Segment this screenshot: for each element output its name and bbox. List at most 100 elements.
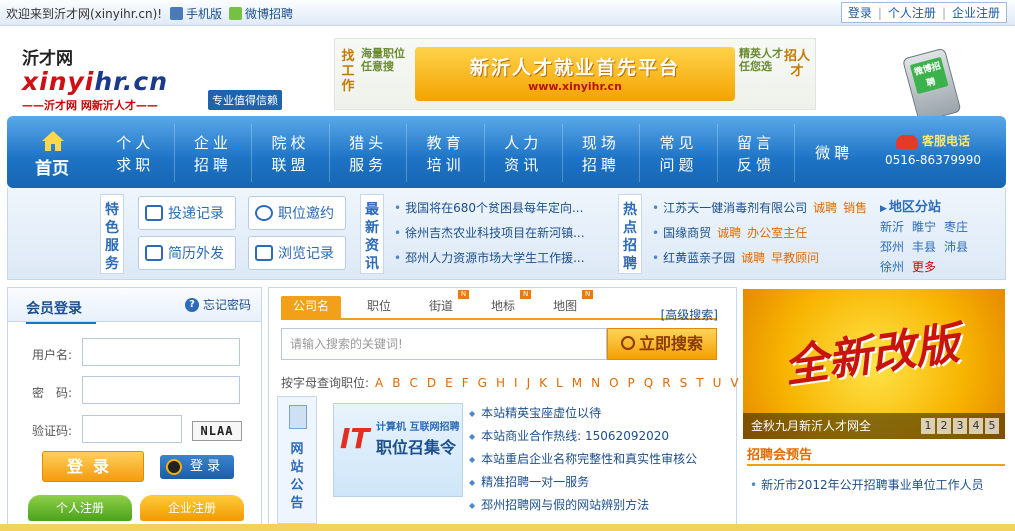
region-link[interactable]: 丰县 [912, 238, 944, 255]
promo-page[interactable]: 2 [937, 418, 951, 434]
search-input[interactable]: 请输入搜索的关键词! [281, 328, 607, 360]
hot-job-item[interactable]: 国缘商贸诚聘办公室主任 [652, 221, 867, 246]
nav-item-job-fair[interactable]: 现场 招聘 [563, 124, 641, 182]
edit-icon [145, 245, 163, 261]
nav-item-personal-jobs[interactable]: 个人 求职 [97, 124, 175, 182]
notice-item[interactable]: 邳州招聘网与假的网站辨别方法 [469, 494, 697, 517]
hot-job-company[interactable]: 江苏天一健消毒剂有限公司 [663, 201, 807, 215]
mobile-link[interactable]: 手机版 [170, 5, 222, 22]
forgot-password-link[interactable]: ? 忘记密码 [184, 296, 251, 313]
username-input[interactable] [82, 338, 240, 366]
notice-list: 本站精英宝座虚位以待 本站商业合作热线: 15062092020 本站重启企业名… [469, 402, 697, 517]
hot-job-item[interactable]: 红黄蓝亲子园诚聘早教顾问 [652, 246, 867, 271]
nav-item-college-alliance[interactable]: 院校 联盟 [252, 124, 330, 182]
person-register-button[interactable]: 个人注册 [28, 495, 132, 521]
service-delivery-record[interactable]: 投递记录 [138, 196, 236, 230]
nav-item-company-recruit[interactable]: 企业 招聘 [175, 124, 253, 182]
divider: | [941, 5, 946, 20]
news-item[interactable]: 邳州人力资源市场大学生工作援... [394, 246, 606, 271]
advanced-search-link[interactable]: [高级搜索] [661, 306, 718, 323]
password-input[interactable] [82, 376, 240, 404]
search-button[interactable]: 立即搜索 [607, 328, 717, 360]
banner-left-sub: 海量职位 任意搜 [361, 47, 405, 73]
region-more-link[interactable]: 更多 [912, 258, 944, 275]
hot-job-tag[interactable]: 诚聘 [741, 251, 765, 265]
login-button[interactable]: 登录 [42, 451, 144, 482]
login-link[interactable]: 登录 [848, 4, 872, 21]
tab-map[interactable]: 地图 N [541, 290, 594, 318]
region-link[interactable]: 邳州 [880, 238, 912, 255]
new-badge: N [520, 290, 532, 299]
tab-street[interactable]: 街道 N [417, 290, 470, 318]
ad-line-1: 计算机 互联网招聘 [376, 422, 460, 433]
nav-item-headhunter[interactable]: 猎头 服务 [330, 124, 408, 182]
promo-page[interactable]: 4 [969, 418, 983, 434]
telephone-icon [895, 134, 918, 149]
site-logo[interactable]: 沂才网 xinyihr.cn ——沂才网 网新沂人才—— [22, 44, 202, 113]
captcha-input[interactable] [82, 415, 182, 443]
document-icon [289, 405, 307, 429]
promo-pager: 1 2 3 4 5 [921, 418, 999, 434]
company-register-button[interactable]: 企业注册 [140, 495, 244, 521]
notice-caption: 网站公告 [290, 442, 304, 511]
region-link[interactable]: 枣庄 [944, 218, 976, 235]
promo-page[interactable]: 1 [921, 418, 935, 434]
nav-label: 常见 [659, 134, 698, 152]
job-fair-title: 招聘会预告 [747, 448, 813, 463]
nav-label: 企业 [193, 134, 232, 152]
tab-position[interactable]: 职位 [355, 296, 403, 318]
notice-item[interactable]: 本站商业合作热线: 15062092020 [469, 425, 697, 448]
service-resume-send[interactable]: 简历外发 [138, 236, 236, 270]
weibo-link[interactable]: 微博招聘 [229, 5, 293, 22]
promo-slideshow[interactable]: 全新改版 金秋九月新沂人才网全 1 2 3 4 5 [743, 289, 1005, 439]
search-icon [620, 336, 635, 350]
hot-job-company[interactable]: 国缘商贸 [663, 226, 711, 240]
service-job-invite[interactable]: 职位邀约 [248, 196, 346, 230]
news-item[interactable]: 徐州吉杰农业科技项目在新河镇... [394, 221, 606, 246]
nav-item-faq[interactable]: 常见 问题 [640, 124, 718, 182]
nav-item-feedback[interactable]: 留言 反馈 [718, 124, 796, 182]
promo-page[interactable]: 3 [953, 418, 967, 434]
it-recruit-ad[interactable]: IT 计算机 互联网招聘 职位召集令 [333, 403, 463, 497]
feature-strip: 特色服务 投递记录 职位邀约 简历外发 浏览记录 最新资讯 我国将在680个贫困… [7, 188, 1006, 280]
logo-tagline: ——沂才网 网新沂人才—— [22, 99, 158, 112]
nav-label: 联盟 [271, 156, 310, 174]
captcha-image[interactable]: NLAA [192, 421, 242, 441]
nav-label: 培训 [426, 156, 465, 174]
region-link[interactable]: 沛县 [944, 238, 976, 255]
nav-home[interactable]: 首页 [13, 124, 91, 186]
nav-item-weipin[interactable]: 微聘 [795, 124, 873, 182]
notice-item[interactable]: 精准招聘一对一服务 [469, 471, 697, 494]
person-register-link[interactable]: 个人注册 [888, 4, 936, 21]
hot-job-title[interactable]: 早教顾问 [771, 251, 819, 265]
hot-job-title[interactable]: 办公室主任 [747, 226, 807, 240]
hot-job-company[interactable]: 红黄蓝亲子园 [663, 251, 735, 265]
header-banner[interactable]: 找工作 海量职位 任意搜 新沂人才就业首先平台 www.xinyihr.cn 精… [334, 38, 816, 110]
hotline-number: 0516-86379990 [885, 153, 981, 167]
hot-job-title[interactable]: 销售 [843, 201, 867, 215]
job-fair-header: 招聘会预告 [747, 444, 1005, 466]
news-item[interactable]: 我国将在680个贫困县每年定向... [394, 196, 606, 221]
tab-company[interactable]: 公司名 [281, 296, 342, 318]
job-fair-item[interactable]: 新沂市2012年公开招聘事业单位工作人员 [750, 476, 984, 493]
banner-url: www.xinyihr.cn [528, 80, 622, 93]
phone-graphic[interactable]: 微博招聘 [901, 43, 978, 126]
hot-job-tag[interactable]: 诚聘 [813, 201, 837, 215]
weibo-link-label: 微博招聘 [245, 7, 294, 21]
nav-item-hr-news[interactable]: 人力 资讯 [485, 124, 563, 182]
hot-job-item[interactable]: 江苏天一健消毒剂有限公司诚聘销售 [652, 196, 867, 221]
region-link[interactable]: 徐州 [880, 258, 912, 275]
hot-job-tag[interactable]: 诚聘 [717, 226, 741, 240]
region-link[interactable]: 新沂 [880, 218, 912, 235]
nav-item-training[interactable]: 教育 培训 [407, 124, 485, 182]
promo-page[interactable]: 5 [985, 418, 999, 434]
company-register-link[interactable]: 企业注册 [952, 4, 1000, 21]
region-link[interactable]: 睢宁 [912, 218, 944, 235]
tab-landmark[interactable]: 地标 N [479, 290, 532, 318]
tab-label: 职位 [367, 299, 392, 313]
nav-label: 人力 [504, 134, 543, 152]
notice-item[interactable]: 本站精英宝座虚位以待 [469, 402, 697, 425]
qq-login-button[interactable]: 登 录 [160, 455, 234, 479]
service-browse-record[interactable]: 浏览记录 [248, 236, 346, 270]
notice-item[interactable]: 本站重启企业名称完整性和真实性审核公 [469, 448, 697, 471]
